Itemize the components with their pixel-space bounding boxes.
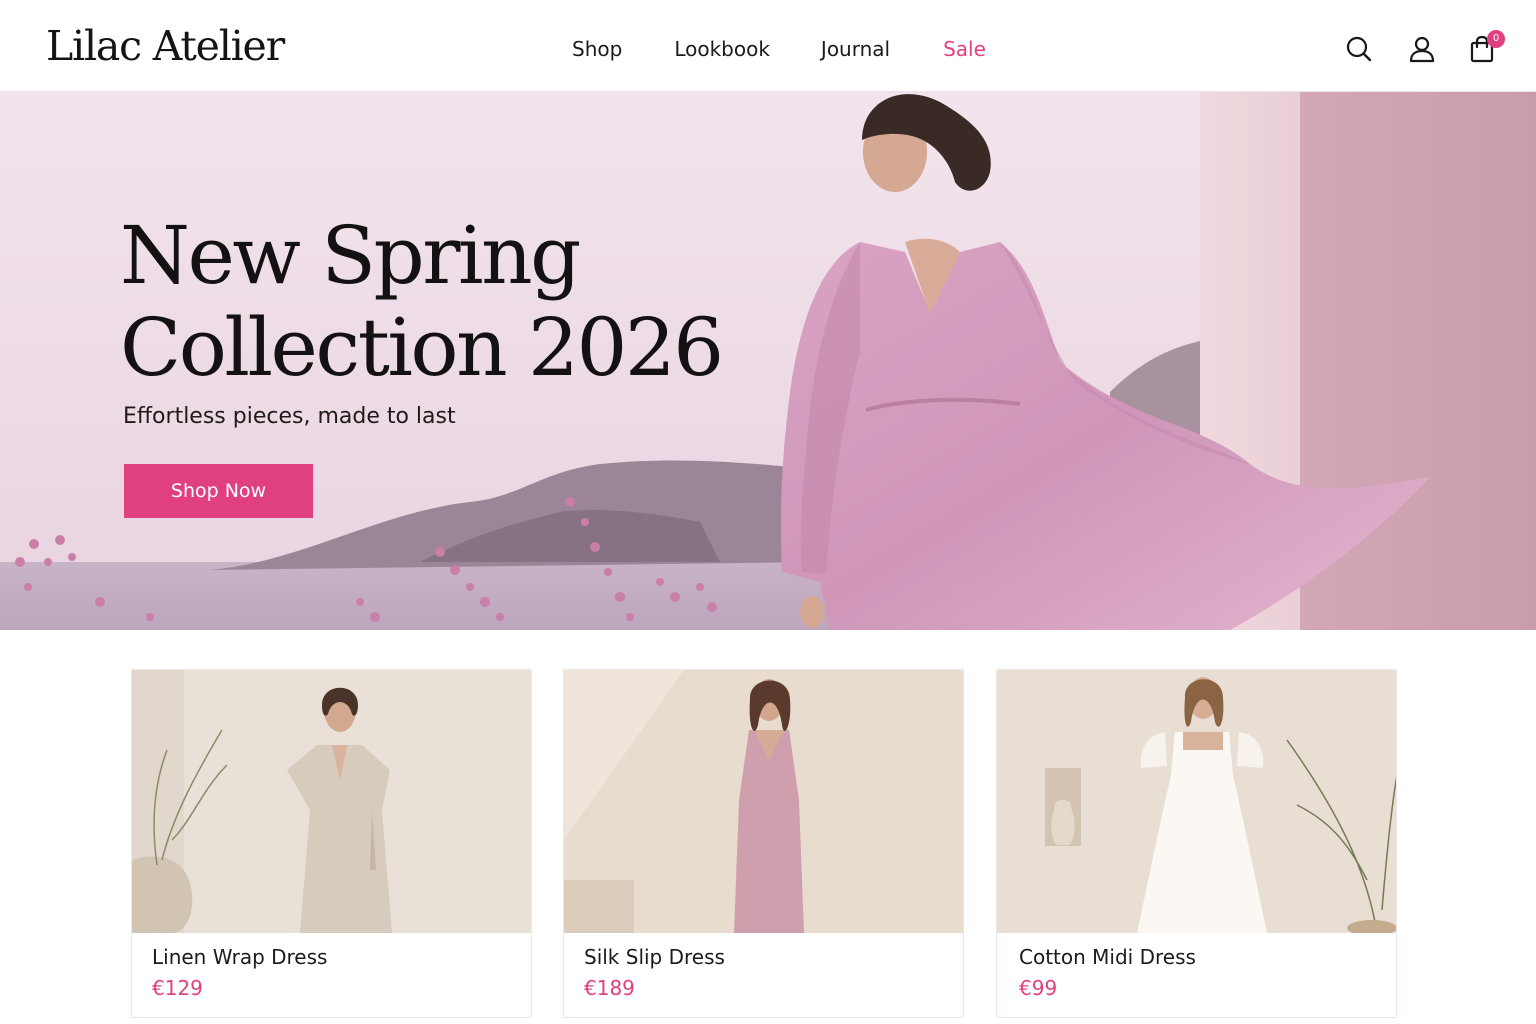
main-nav: Shop Lookbook Journal Sale: [572, 37, 986, 61]
nav-item-lookbook[interactable]: Lookbook: [674, 37, 770, 61]
nav-item-sale[interactable]: Sale: [943, 37, 986, 61]
product-card-cotton-midi-dress[interactable]: Cotton Midi Dress €99: [996, 669, 1397, 1018]
nav-item-journal[interactable]: Journal: [821, 37, 890, 61]
product-card-silk-slip-dress[interactable]: Silk Slip Dress €189: [563, 669, 964, 1018]
product-card-linen-wrap-dress[interactable]: Linen Wrap Dress €129: [131, 669, 532, 1018]
product-grid: Linen Wrap Dress €129 Silk Slip Dress €1…: [131, 669, 1397, 1018]
user-icon: [1409, 36, 1435, 63]
nav-item-shop[interactable]: Shop: [572, 37, 622, 61]
product-price: €189: [584, 976, 635, 1000]
hero-banner: New Spring Collection 2026 Effortless pi…: [0, 92, 1536, 630]
site-header: Lilac Atelier Shop Lookbook Journal Sale…: [0, 0, 1536, 92]
brand-logo[interactable]: Lilac Atelier: [46, 22, 285, 70]
product-image[interactable]: [132, 670, 532, 933]
search-icon: [1346, 36, 1372, 62]
search-button[interactable]: [1344, 34, 1374, 64]
product-price: €129: [152, 976, 203, 1000]
product-price: €99: [1019, 976, 1058, 1000]
product-name[interactable]: Cotton Midi Dress: [1019, 945, 1196, 969]
shop-now-button[interactable]: Shop Now: [124, 464, 313, 518]
cart-count-badge: 0: [1487, 30, 1505, 48]
product-name[interactable]: Linen Wrap Dress: [152, 945, 327, 969]
product-image[interactable]: [564, 670, 964, 933]
hero-subtitle: Effortless pieces, made to last: [123, 404, 456, 429]
product-image[interactable]: [997, 670, 1397, 933]
account-button[interactable]: [1407, 34, 1437, 64]
hero-title: New Spring Collection 2026: [120, 209, 724, 394]
product-name[interactable]: Silk Slip Dress: [584, 945, 725, 969]
